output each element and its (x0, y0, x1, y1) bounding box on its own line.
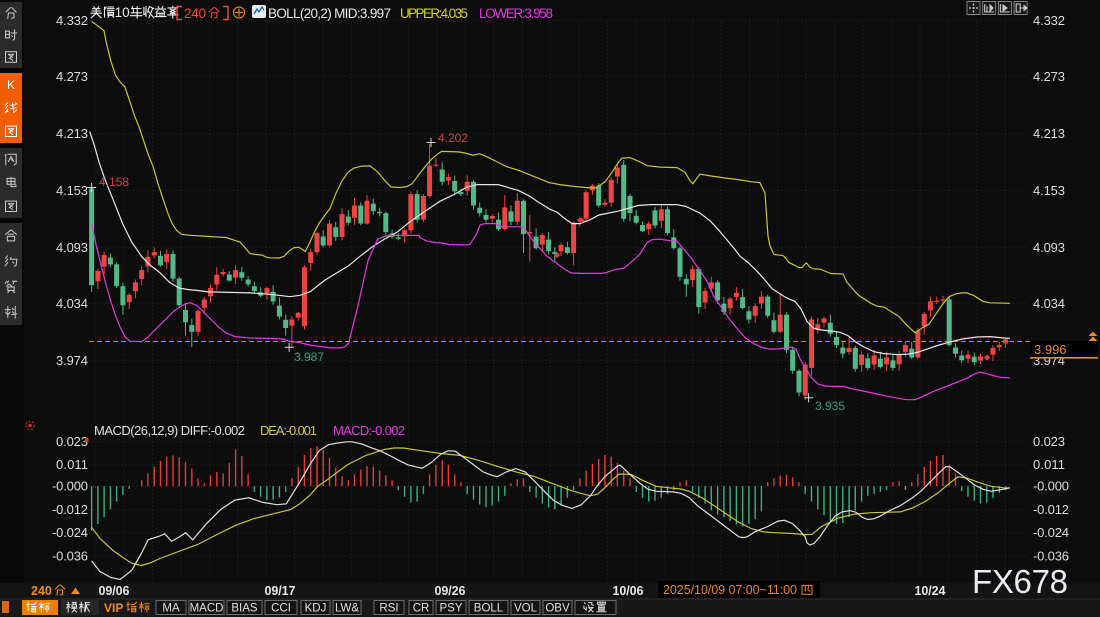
svg-text:240: 240 (31, 584, 52, 598)
svg-text:240: 240 (184, 6, 206, 21)
svg-text:VIP: VIP (104, 601, 123, 615)
svg-text:KDJ: KDJ (305, 603, 327, 615)
svg-text:10/24: 10/24 (915, 584, 946, 598)
svg-text:3.974: 3.974 (56, 353, 88, 368)
svg-text:BIAS: BIAS (231, 603, 258, 615)
svg-text:CCI: CCI (271, 603, 291, 615)
svg-text:09/26: 09/26 (435, 584, 466, 598)
svg-text:-0.036: -0.036 (52, 549, 88, 564)
svg-text:DEA:-0.001: DEA:-0.001 (260, 423, 317, 438)
svg-text:-0.024: -0.024 (52, 525, 88, 540)
svg-text:4.332: 4.332 (56, 13, 88, 28)
svg-text:MA: MA (162, 603, 180, 615)
svg-text:VOL: VOL (514, 603, 538, 615)
svg-text:MACD:-0.002: MACD:-0.002 (333, 423, 405, 438)
svg-text:4.093: 4.093 (56, 240, 88, 255)
svg-text:-0.000: -0.000 (52, 479, 88, 494)
svg-text:FX678: FX678 (972, 563, 1068, 600)
svg-text:CR: CR (413, 603, 430, 615)
svg-text:BOLL(20,2) MID:3.997: BOLL(20,2) MID:3.997 (268, 6, 391, 21)
svg-text:MACD: MACD (190, 603, 224, 615)
svg-text:4.273: 4.273 (1033, 69, 1065, 84)
svg-text:BOLL: BOLL (474, 603, 504, 615)
svg-text:09/17: 09/17 (265, 584, 296, 598)
svg-text:0.011: 0.011 (1033, 457, 1065, 472)
svg-text:-0.000: -0.000 (1033, 479, 1069, 494)
svg-text:4.273: 4.273 (56, 69, 88, 84)
svg-text:PSY: PSY (439, 603, 462, 615)
svg-text:MACD(26,12,9) DIFF:-0.002: MACD(26,12,9) DIFF:-0.002 (94, 423, 245, 438)
svg-text:LOWER:3.958: LOWER:3.958 (479, 6, 553, 21)
svg-text:09/06: 09/06 (99, 584, 130, 598)
svg-text:10: 10 (115, 5, 130, 20)
svg-text:4.153: 4.153 (56, 183, 88, 198)
svg-text:4.034: 4.034 (1033, 296, 1065, 311)
svg-text:4.093: 4.093 (1033, 240, 1065, 255)
svg-text:3.996: 3.996 (1034, 342, 1067, 357)
svg-text:2025/10/09 07:00~11:00: 2025/10/09 07:00~11:00 (663, 583, 797, 597)
svg-text:-0.012: -0.012 (52, 502, 88, 517)
svg-text:UPPER:4.035: UPPER:4.035 (400, 6, 468, 21)
svg-text:4.213: 4.213 (56, 126, 88, 141)
svg-text:-0.012: -0.012 (1033, 502, 1069, 517)
svg-text:3.935: 3.935 (815, 399, 845, 413)
svg-text:4.034: 4.034 (56, 296, 88, 311)
svg-text:-0.024: -0.024 (1033, 525, 1069, 540)
svg-text:4.213: 4.213 (1033, 126, 1065, 141)
svg-text:4.332: 4.332 (1033, 13, 1065, 28)
svg-text:-0.036: -0.036 (1033, 549, 1069, 564)
svg-text:LW&: LW& (335, 603, 359, 615)
svg-text:10/06: 10/06 (613, 584, 644, 598)
svg-text:0.023: 0.023 (1033, 434, 1065, 449)
svg-text:4.153: 4.153 (1033, 183, 1065, 198)
svg-text:0.011: 0.011 (56, 457, 88, 472)
svg-text:OBV: OBV (545, 603, 570, 615)
svg-text:K: K (7, 78, 15, 92)
svg-text:0.023: 0.023 (56, 434, 88, 449)
svg-text:4.202: 4.202 (438, 131, 468, 145)
svg-text:3.987: 3.987 (294, 350, 324, 364)
svg-text:RSI: RSI (379, 603, 398, 615)
svg-text:4.158: 4.158 (99, 175, 129, 189)
